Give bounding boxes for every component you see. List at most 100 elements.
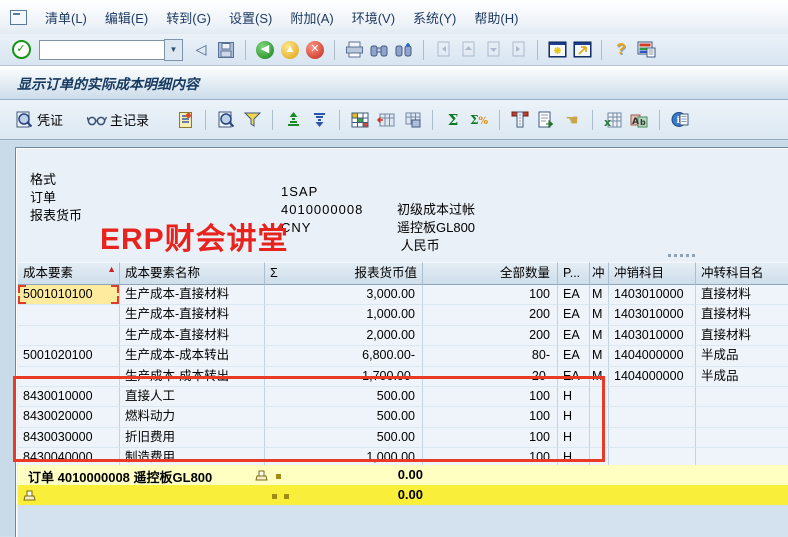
- word-processing-button[interactable]: Ab: [628, 109, 650, 131]
- menu-list[interactable]: 清单(L): [36, 4, 96, 31]
- cell-quantity[interactable]: 100: [423, 428, 558, 448]
- next-page-button[interactable]: [482, 39, 504, 61]
- cell-name[interactable]: 生产成本-直接材料: [120, 285, 265, 305]
- cell-unit[interactable]: H: [558, 387, 590, 407]
- cell-offset-account[interactable]: [609, 428, 696, 448]
- grid-insert-column-button[interactable]: [375, 109, 397, 131]
- cell-offset-account[interactable]: 1403010000: [609, 305, 696, 325]
- cell-offset-account-name[interactable]: [696, 407, 788, 427]
- cell-flag[interactable]: [590, 387, 609, 407]
- cell-cost-element[interactable]: [18, 367, 120, 387]
- cell-unit[interactable]: EA: [558, 367, 590, 387]
- header-offset-account[interactable]: 冲销科目: [609, 262, 696, 285]
- excel-view-button[interactable]: x: [602, 109, 624, 131]
- cell-flag[interactable]: M: [590, 305, 609, 325]
- cell-name[interactable]: 生产成本-成本转出: [120, 367, 265, 387]
- cell-value[interactable]: 500.00: [265, 387, 423, 407]
- grand-total-row[interactable]: 0.00: [18, 485, 788, 506]
- cell-quantity[interactable]: 80-: [423, 346, 558, 366]
- cell-offset-account-name[interactable]: [696, 428, 788, 448]
- export-button[interactable]: [535, 109, 557, 131]
- header-offset-truncated[interactable]: 冲: [590, 262, 609, 285]
- sort-ascending-button[interactable]: [282, 109, 304, 131]
- choose-detail-button[interactable]: [215, 109, 237, 131]
- cell-value[interactable]: 3,000.00: [265, 285, 423, 305]
- customize-layout-button[interactable]: [635, 39, 657, 61]
- cell-offset-account[interactable]: [609, 387, 696, 407]
- menu-extras[interactable]: 附加(A): [281, 4, 342, 31]
- cell-quantity[interactable]: 200: [423, 326, 558, 346]
- last-page-button[interactable]: [507, 39, 529, 61]
- detail-button[interactable]: [174, 109, 196, 131]
- cell-value[interactable]: 1,700.00-: [265, 367, 423, 387]
- cell-name[interactable]: 燃料动力: [120, 407, 265, 427]
- cell-unit[interactable]: EA: [558, 305, 590, 325]
- sort-descending-button[interactable]: [308, 109, 330, 131]
- cell-value[interactable]: 2,000.00: [265, 326, 423, 346]
- cell-value[interactable]: 500.00: [265, 428, 423, 448]
- subtotal-button[interactable]: Σ%: [468, 109, 490, 131]
- cell-quantity[interactable]: 100: [423, 387, 558, 407]
- cell-flag[interactable]: M: [590, 326, 609, 346]
- cell-offset-account-name[interactable]: 直接材料: [696, 285, 788, 305]
- print-button[interactable]: [343, 39, 365, 61]
- cell-offset-account-name[interactable]: 半成品: [696, 346, 788, 366]
- cell-offset-account-name[interactable]: 半成品: [696, 367, 788, 387]
- cell-flag[interactable]: M: [590, 346, 609, 366]
- command-dropdown-icon[interactable]: ▼: [164, 39, 183, 61]
- cell-offset-account[interactable]: 1404000000: [609, 346, 696, 366]
- cell-cost-element[interactable]: 5001020100: [18, 346, 120, 366]
- cell-name[interactable]: 生产成本-直接材料: [120, 305, 265, 325]
- cell-value[interactable]: 6,800.00-: [265, 346, 423, 366]
- cell-offset-account-name[interactable]: [696, 387, 788, 407]
- header-unit[interactable]: P...: [558, 262, 590, 285]
- cell-value[interactable]: 500.00: [265, 407, 423, 427]
- new-session-button[interactable]: [546, 39, 568, 61]
- find-next-button[interactable]: [393, 39, 415, 61]
- cell-cost-element[interactable]: 8430010000: [18, 387, 120, 407]
- menu-environment[interactable]: 环境(V): [343, 4, 404, 31]
- cell-unit[interactable]: EA: [558, 285, 590, 305]
- cell-cost-element[interactable]: 5001010100: [18, 285, 120, 305]
- menu-help[interactable]: 帮助(H): [465, 4, 527, 31]
- choose-layout-button[interactable]: [509, 109, 531, 131]
- grid-save-layout-button[interactable]: [401, 109, 423, 131]
- cell-quantity[interactable]: 100: [423, 407, 558, 427]
- header-offset-account-name[interactable]: 冲转科目名: [696, 262, 788, 285]
- cell-quantity[interactable]: 100: [423, 285, 558, 305]
- master-record-button[interactable]: 主记录: [84, 108, 152, 131]
- cell-unit[interactable]: EA: [558, 346, 590, 366]
- cell-flag[interactable]: [590, 407, 609, 427]
- hierarchy-node-icon[interactable]: [255, 469, 268, 481]
- previous-page-button[interactable]: [457, 39, 479, 61]
- hierarchy-node-icon[interactable]: [23, 489, 36, 501]
- cell-offset-account[interactable]: 1403010000: [609, 326, 696, 346]
- menu-settings[interactable]: 设置(S): [220, 4, 281, 31]
- menu-goto[interactable]: 转到(G): [157, 4, 220, 31]
- menu-edit[interactable]: 编辑(E): [96, 4, 157, 31]
- total-button[interactable]: Σ: [442, 109, 464, 131]
- cell-cost-element[interactable]: [18, 326, 120, 346]
- menu-system[interactable]: 系统(Y): [404, 4, 465, 31]
- cell-offset-account[interactable]: 1404000000: [609, 367, 696, 387]
- splitter-handle[interactable]: [668, 254, 695, 257]
- cell-flag[interactable]: M: [590, 367, 609, 387]
- find-button[interactable]: [368, 39, 390, 61]
- cell-name[interactable]: 折旧费用: [120, 428, 265, 448]
- choose-views-button[interactable]: ☚: [561, 109, 583, 131]
- cell-offset-account[interactable]: 1403010000: [609, 285, 696, 305]
- cell-flag[interactable]: M: [590, 285, 609, 305]
- header-cost-element-name[interactable]: 成本要素名称: [120, 262, 265, 285]
- cancel-button[interactable]: ✕: [304, 39, 326, 61]
- cell-quantity[interactable]: 20-: [423, 367, 558, 387]
- cell-unit[interactable]: H: [558, 407, 590, 427]
- info-button[interactable]: i: [669, 109, 691, 131]
- collapse-command-icon[interactable]: ◁: [190, 39, 212, 61]
- cell-unit[interactable]: EA: [558, 326, 590, 346]
- filter-button[interactable]: [241, 109, 263, 131]
- cell-flag[interactable]: [590, 428, 609, 448]
- save-button[interactable]: [215, 39, 237, 61]
- enter-button[interactable]: ✓: [10, 39, 32, 61]
- exit-button[interactable]: ▲: [279, 39, 301, 61]
- cell-offset-account[interactable]: [609, 407, 696, 427]
